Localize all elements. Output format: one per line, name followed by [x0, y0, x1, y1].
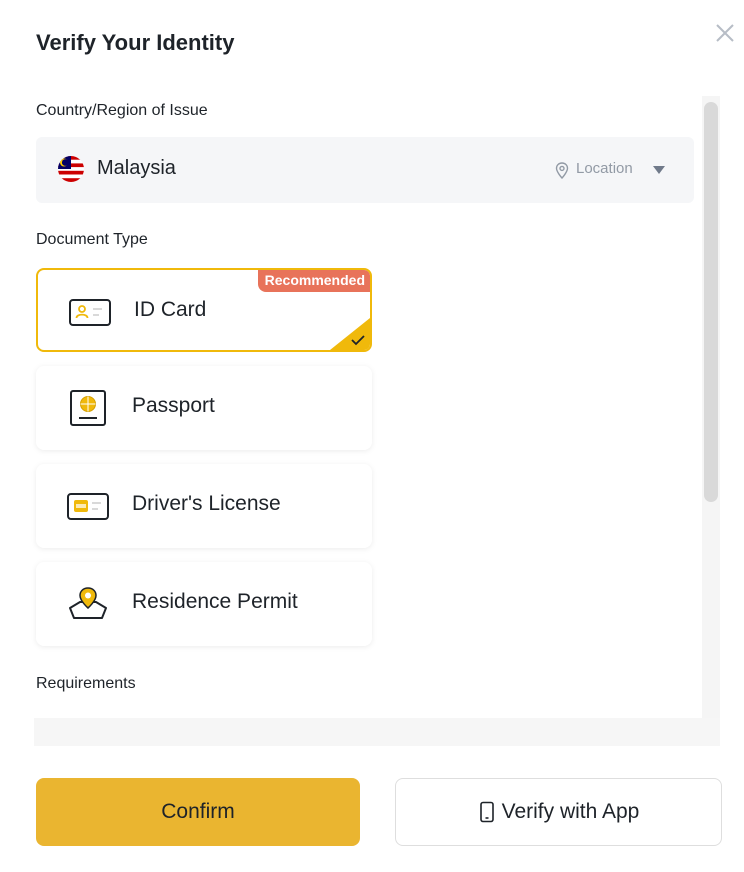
malaysia-flag-icon — [58, 156, 84, 182]
confirm-button[interactable]: Confirm — [36, 778, 360, 846]
close-icon[interactable] — [712, 20, 738, 46]
document-option-passport[interactable]: Passport — [36, 366, 372, 450]
document-option-label: Passport — [132, 394, 215, 417]
document-option-label: ID Card — [134, 298, 207, 321]
dialog-title: Verify Your Identity — [36, 30, 235, 55]
scroll-bottom-strip — [34, 718, 720, 746]
caret-down-icon — [653, 166, 665, 174]
mobile-phone-icon — [479, 801, 494, 823]
document-option-label: Driver's License — [132, 492, 281, 515]
drivers-license-icon — [67, 493, 109, 520]
document-option-id-card[interactable]: ID Card Recommended — [36, 268, 372, 352]
recommended-badge: Recommended — [257, 270, 370, 292]
checkmark-icon — [351, 335, 365, 346]
verify-with-app-label: Verify with App — [501, 800, 640, 823]
location-pin-icon — [555, 162, 569, 179]
country-selector[interactable]: Malaysia Location — [36, 137, 694, 203]
country-section-label: Country/Region of Issue — [36, 102, 208, 119]
passport-icon — [70, 390, 106, 426]
location-label: Location — [576, 160, 633, 177]
document-option-label: Residence Permit — [132, 590, 298, 613]
document-type-section-label: Document Type — [36, 231, 148, 248]
country-name: Malaysia — [97, 157, 176, 179]
scrollbar-thumb[interactable] — [704, 102, 718, 502]
document-option-drivers-license[interactable]: Driver's License — [36, 464, 372, 548]
requirements-section-label: Requirements — [36, 675, 136, 692]
id-card-icon — [69, 299, 111, 326]
document-option-residence-permit[interactable]: Residence Permit — [36, 562, 372, 646]
residence-permit-icon — [69, 587, 107, 619]
verify-with-app-button[interactable]: Verify with App — [395, 778, 722, 846]
